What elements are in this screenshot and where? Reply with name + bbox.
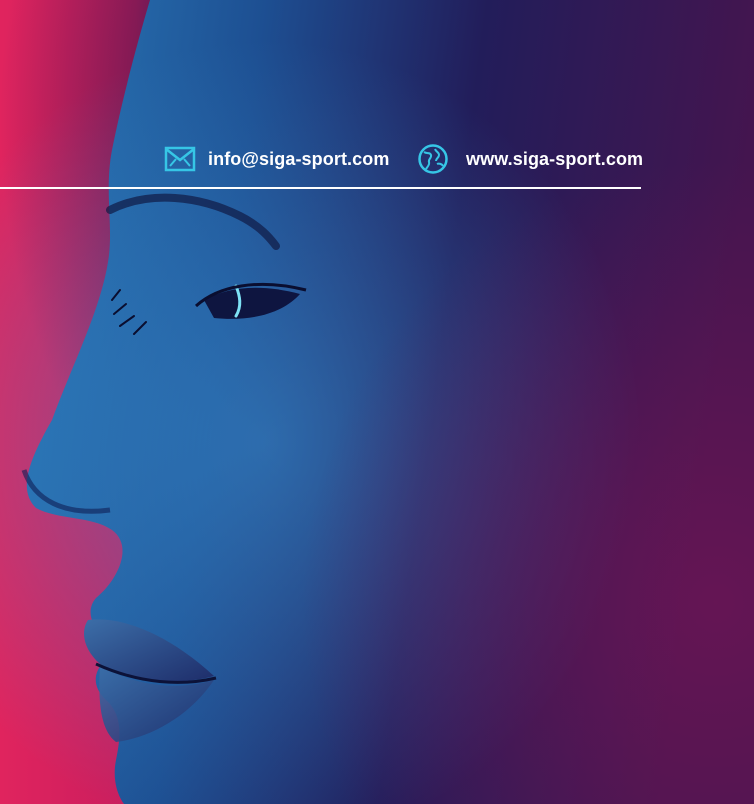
email-link[interactable]: info@siga-sport.com <box>164 140 389 178</box>
hero-banner: info@siga-sport.com www.siga-sport.com <box>0 0 754 804</box>
globe-icon <box>417 143 449 175</box>
website-link[interactable]: www.siga-sport.com <box>417 140 643 178</box>
portrait-image <box>0 0 754 804</box>
website-text: www.siga-sport.com <box>466 148 644 169</box>
envelope-icon <box>164 143 196 175</box>
email-text: info@siga-sport.com <box>208 148 390 169</box>
divider-line <box>0 187 641 189</box>
contact-bar: info@siga-sport.com www.siga-sport.com <box>0 136 643 192</box>
